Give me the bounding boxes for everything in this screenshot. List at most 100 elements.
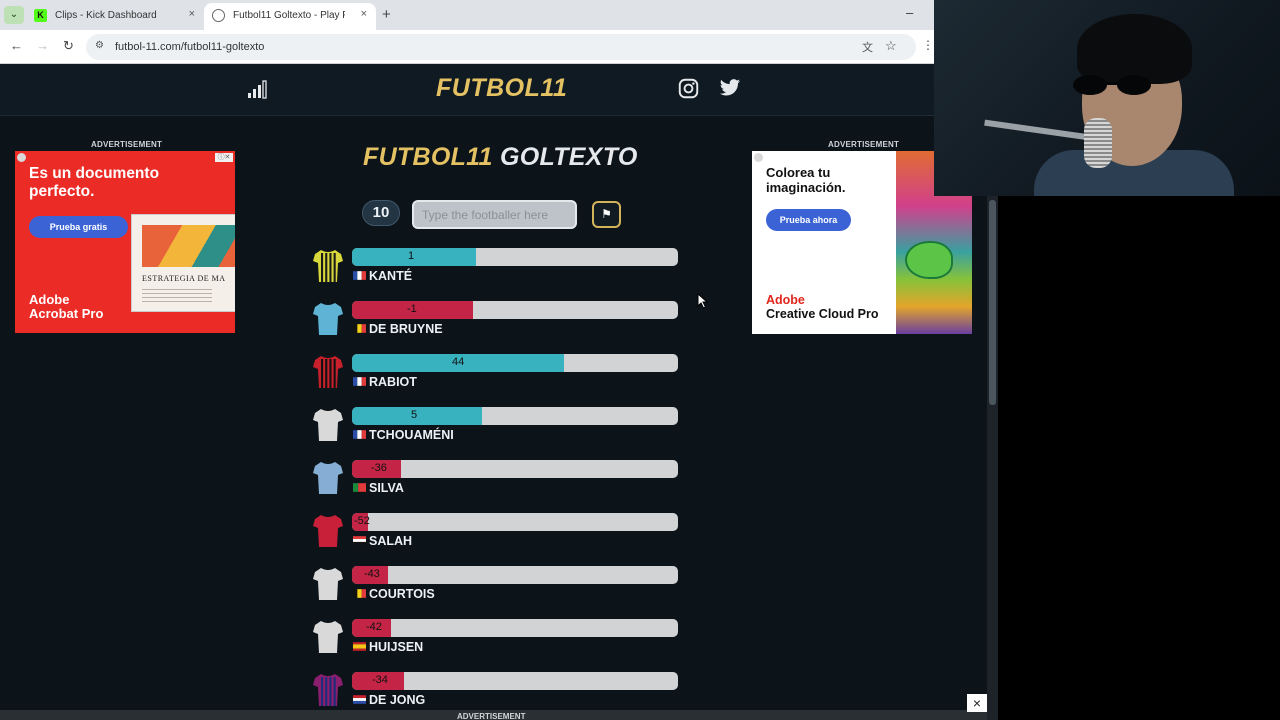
stats-icon[interactable]	[247, 79, 267, 99]
player-name: HUIJSEN	[369, 640, 424, 654]
footballer-search-input[interactable]	[412, 200, 577, 229]
address-bar[interactable]: ⚙ futbol-11.com/futbol11-goltexto 文 ☆	[86, 34, 916, 60]
ad-cta-button[interactable]: Prueba gratis	[29, 216, 128, 238]
site-header: FUTBOL11	[0, 64, 987, 116]
guesses-remaining-badge: 10	[362, 200, 400, 226]
player-name: RABIOT	[369, 375, 417, 389]
player-name: SILVA	[369, 481, 404, 495]
distance-value: 5	[411, 409, 418, 421]
distance-bar: -34	[352, 672, 678, 690]
ad-brand-line1: Adobe	[29, 292, 70, 307]
guess-row: -1 DE BRUYNE	[312, 301, 680, 347]
distance-bar: -36	[352, 460, 678, 478]
tab-kick-dashboard[interactable]: K Clips - Kick Dashboard ×	[26, 3, 204, 30]
ad-info-icon[interactable]	[754, 153, 763, 162]
site-info-icon[interactable]: ⚙	[95, 40, 104, 51]
browser-toolbar: ← → ↻ ⚙ futbol-11.com/futbol11-goltexto …	[0, 30, 934, 64]
tab-futbol11[interactable]: Futbol11 Goltexto - Play Footb ×	[204, 3, 376, 30]
sunglasses-icon	[1073, 75, 1151, 95]
portugal-flag-icon	[353, 483, 366, 492]
distance-value: 1	[408, 250, 415, 262]
tab-title: Clips - Kick Dashboard	[55, 10, 157, 21]
translate-icon[interactable]: 文	[862, 39, 873, 55]
close-tab-icon[interactable]: ×	[189, 8, 195, 20]
game-title-brand: FUTBOL11	[363, 143, 493, 171]
new-tab-button[interactable]: +	[382, 6, 391, 23]
ad-brand-line2: Creative Cloud Pro	[766, 307, 879, 321]
reload-icon[interactable]: ↻	[63, 38, 74, 54]
distance-value: -36	[371, 462, 387, 474]
webcam-overlay	[934, 0, 1280, 196]
url-text: futbol-11.com/futbol11-goltexto	[115, 41, 265, 53]
game-title: FUTBOL11 GOLTEXTO	[363, 143, 638, 172]
spain-flag-icon	[353, 642, 366, 651]
distance-value: -34	[372, 674, 388, 686]
page-viewport: FUTBOL11 ADVERTISEMENT ⓘ✕ Es un document…	[0, 64, 987, 720]
egypt-flag-icon	[353, 536, 366, 545]
france-flag-icon	[353, 430, 366, 439]
belgium-flag-icon	[353, 324, 366, 333]
distance-value: -1	[407, 303, 417, 315]
globe-icon	[212, 9, 225, 22]
distance-bar: -42	[352, 619, 678, 637]
microphone	[1084, 118, 1112, 168]
mouse-cursor-icon	[697, 293, 709, 309]
ad-info-icon[interactable]	[17, 153, 26, 162]
frog-image	[905, 241, 953, 279]
ad-adobe-acrobat[interactable]: ⓘ✕ Es un documento perfecto. Prueba grat…	[15, 151, 235, 333]
tab-title: Futbol11 Goltexto - Play Footb	[233, 10, 345, 21]
belgium-flag-icon	[353, 589, 366, 598]
kick-logo-icon: K	[34, 9, 47, 22]
jersey-icon	[313, 356, 343, 388]
distance-bar: 44	[352, 354, 678, 372]
back-icon[interactable]: ←	[10, 38, 23, 53]
menu-icon[interactable]: ⋮	[922, 38, 934, 52]
distance-bar: -52	[352, 513, 678, 531]
ad-brand: Adobe Creative Cloud Pro	[766, 293, 879, 321]
distance-bar: -43	[352, 566, 678, 584]
instagram-icon[interactable]	[678, 78, 699, 99]
ad-cta-button[interactable]: Prueba ahora	[766, 209, 851, 231]
distance-bar: -1	[352, 301, 678, 319]
bookmark-star-icon[interactable]: ☆	[885, 38, 897, 54]
scrollbar-thumb[interactable]	[989, 200, 996, 405]
give-up-flag-button[interactable]: ⚑	[592, 201, 621, 228]
jersey-icon	[313, 621, 343, 653]
close-tab-icon[interactable]: ×	[361, 8, 367, 20]
close-ad-button[interactable]: ×	[967, 694, 987, 712]
guess-row: 5 TCHOUAMÉNI	[312, 407, 680, 453]
site-logo[interactable]: FUTBOL11	[436, 74, 567, 103]
distance-value: -52	[354, 515, 370, 527]
ad-brand: Adobe Acrobat Pro	[29, 293, 103, 321]
jersey-icon	[313, 303, 343, 335]
distance-bar: 1	[352, 248, 678, 266]
ad-brand-line1: Adobe	[766, 293, 805, 307]
ad-brand-line2: Acrobat Pro	[29, 306, 104, 321]
jersey-icon	[313, 674, 343, 706]
doc-artwork	[142, 225, 235, 267]
player-name: COURTOIS	[369, 587, 435, 601]
distance-bar: 5	[352, 407, 678, 425]
player-name: TCHOUAMÉNI	[369, 428, 454, 442]
jersey-icon	[313, 250, 343, 282]
france-flag-icon	[353, 377, 366, 386]
twitter-icon[interactable]	[719, 78, 741, 98]
doc-text-lines	[142, 289, 212, 305]
empty-overlay-region	[998, 196, 1280, 720]
tab-search-button[interactable]: ⌄	[4, 6, 24, 24]
distance-value: -42	[366, 621, 382, 633]
france-flag-icon	[353, 271, 366, 280]
guess-row: -42 HUIJSEN	[312, 619, 680, 665]
player-name: SALAH	[369, 534, 413, 548]
ad-headline: Es un documento perfecto.	[29, 165, 160, 200]
guess-row: -36 SILVA	[312, 460, 680, 506]
guess-row: 44 RABIOT	[312, 354, 680, 400]
ad-label: ADVERTISEMENT	[828, 140, 900, 149]
forward-icon[interactable]: →	[36, 38, 49, 53]
guess-row: -52 SALAH	[312, 513, 680, 559]
minimize-button[interactable]: –	[906, 5, 913, 20]
ad-choices-icon[interactable]: ⓘ✕	[215, 153, 233, 162]
doc-title: ESTRATEGIA DE MA	[142, 274, 226, 283]
ad-label: ADVERTISEMENT	[91, 140, 163, 149]
netherlands-flag-icon	[353, 695, 366, 704]
